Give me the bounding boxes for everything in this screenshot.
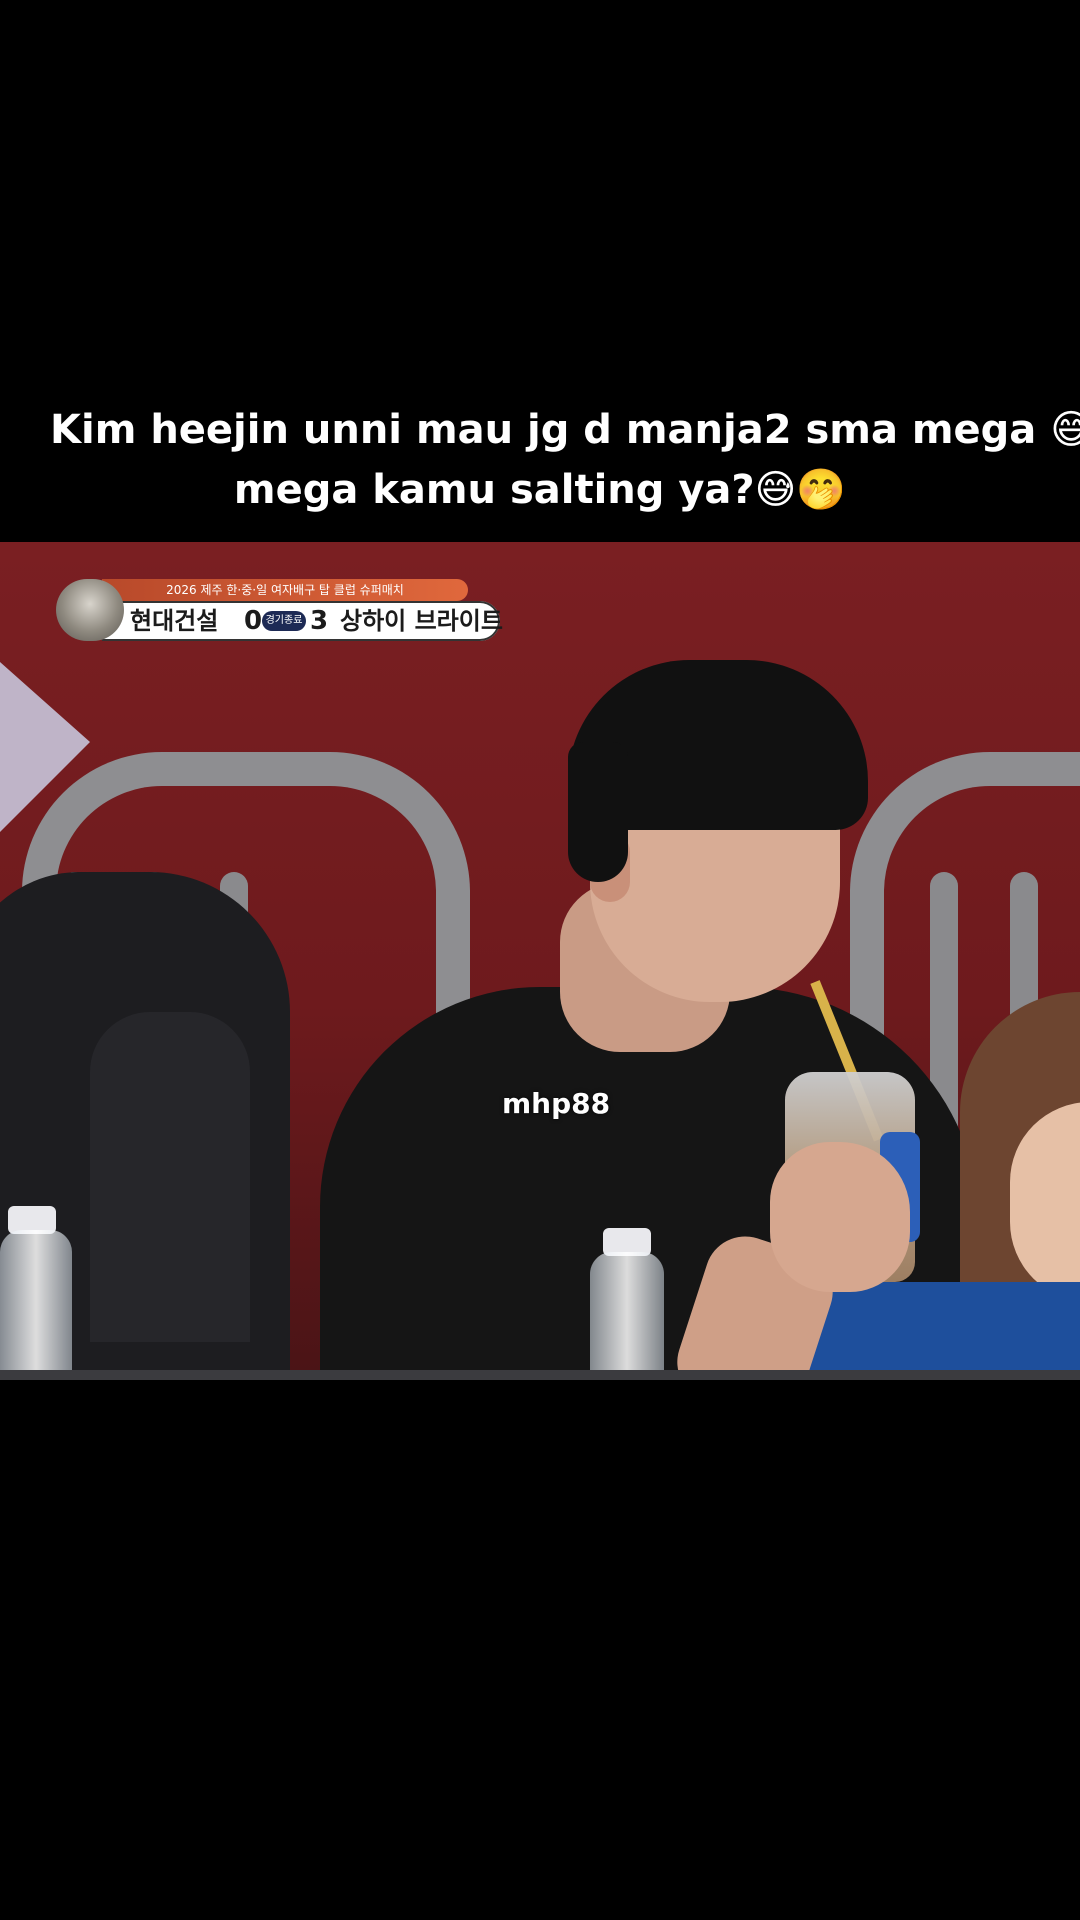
video-frame[interactable]: mhp88 2026 제주 한·중·일 여자배구 탑 클럽 슈퍼매치 현대건설 … [0, 542, 1080, 1380]
match-status-badge: 경기종료 [262, 611, 306, 631]
caption-line-2: mega kamu salting ya?😅🤭 [233, 467, 847, 513]
broadcast-scoreboard: 2026 제주 한·중·일 여자배구 탑 클럽 슈퍼매치 현대건설 0 경기종료… [56, 579, 503, 641]
paper-sheet [0, 662, 90, 832]
water-bottle-center [590, 1252, 664, 1380]
scoreboard-bar: 현대건설 0 경기종료 3 상하이 브라이트 [102, 601, 503, 641]
scoreboard-title: 2026 제주 한·중·일 여자배구 탑 클럽 슈퍼매치 [102, 579, 468, 601]
person-center-hair-side [568, 742, 628, 882]
away-team-score: 3 [310, 606, 329, 636]
away-team-name: 상하이 브라이트 [340, 607, 503, 635]
home-team-name: 현대건설 [130, 607, 219, 635]
watermark: mhp88 [502, 1087, 611, 1120]
person-center-hand [770, 1142, 910, 1292]
tournament-logo-icon [56, 579, 124, 641]
table-edge [0, 1370, 1080, 1380]
video-caption: Kim heejin unni mau jg d manja2 sma mega… [0, 400, 1080, 520]
caption-line-1: Kim heejin unni mau jg d manja2 sma mega… [50, 407, 1080, 453]
home-team-score: 0 [244, 606, 263, 636]
person-left-jacket [90, 1012, 250, 1342]
water-bottle-left [0, 1230, 72, 1380]
